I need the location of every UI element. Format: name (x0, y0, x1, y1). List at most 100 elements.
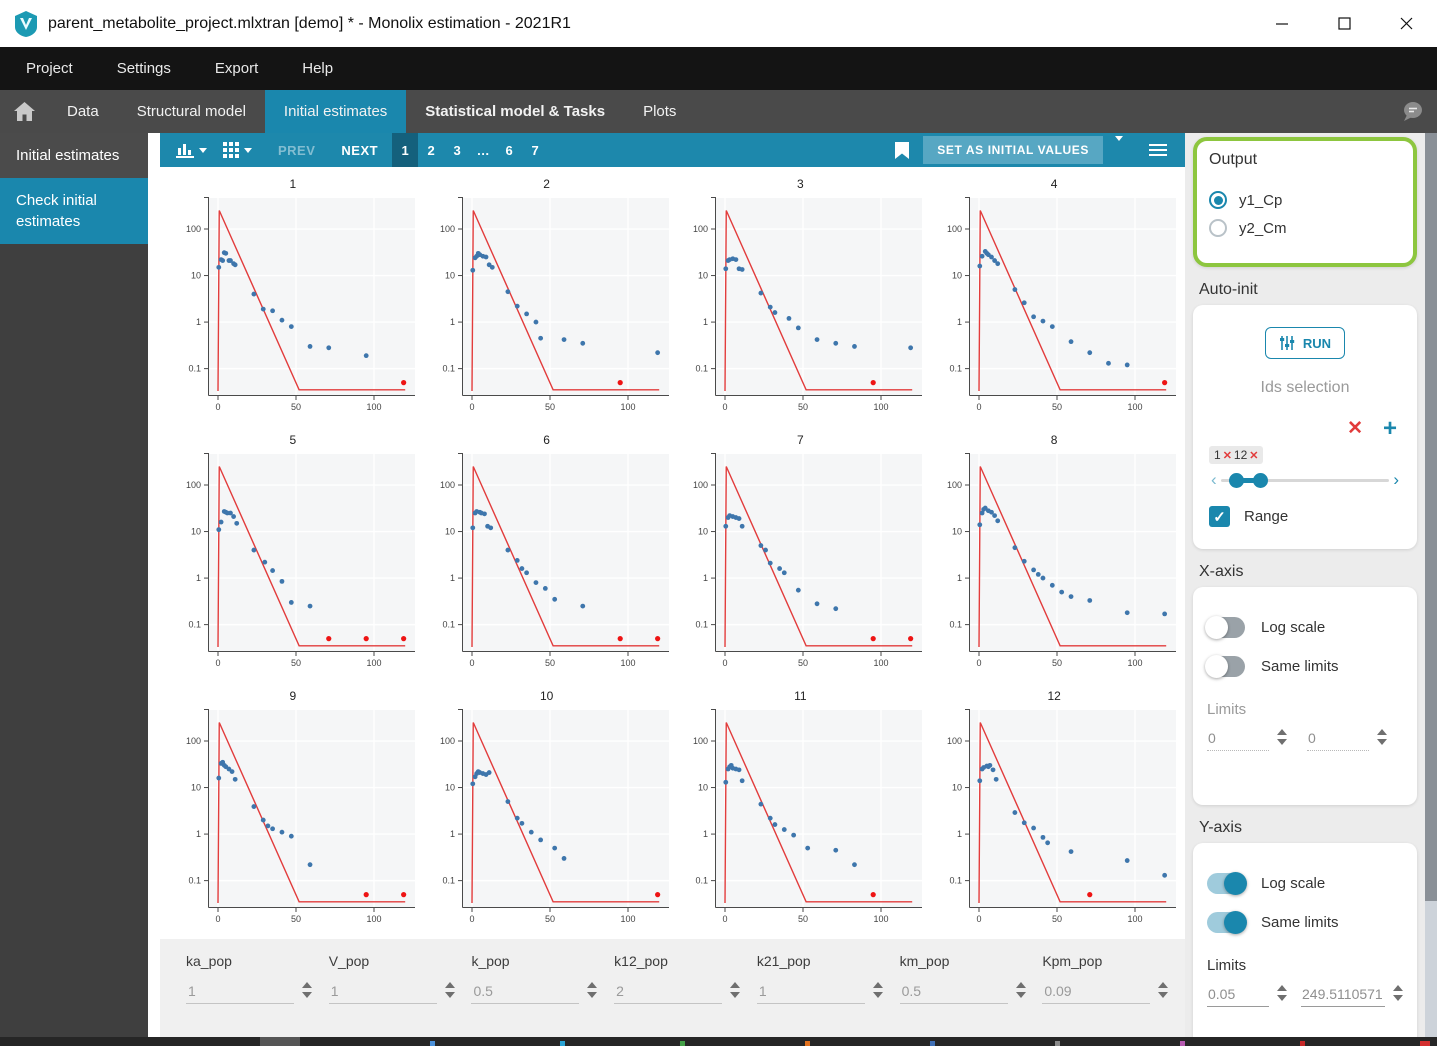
x-log-scale-toggle[interactable] (1205, 616, 1245, 640)
menu-settings[interactable]: Settings (117, 60, 171, 77)
svg-text:0.1: 0.1 (442, 620, 455, 630)
param-input-ka_pop[interactable] (186, 981, 294, 1004)
chat-bubble-icon[interactable] (1399, 100, 1425, 124)
param-stepper-km_pop[interactable] (1015, 982, 1026, 998)
param-input-k_pop[interactable] (471, 981, 580, 1004)
param-stepper-V_pop[interactable] (444, 982, 455, 998)
param-label: k12_pop (614, 953, 668, 969)
output-option-y1_Cp[interactable]: y1_Cp (1209, 191, 1401, 209)
param-input-k21_pop[interactable] (756, 981, 865, 1004)
x-log-scale-row[interactable]: Log scale (1205, 616, 1403, 640)
range-checkbox-row[interactable]: ✓ Range (1209, 506, 1403, 528)
svg-text:1: 1 (703, 573, 708, 583)
bookmark-icon[interactable] (895, 141, 910, 159)
svg-text:50: 50 (545, 402, 555, 412)
param-field-k12_pop: k12_pop (614, 953, 757, 1037)
param-stepper-k12_pop[interactable] (730, 982, 741, 998)
x-limit-min-input[interactable] (1207, 728, 1269, 752)
tab-statistical-model-tasks[interactable]: Statistical model & Tasks (406, 90, 624, 133)
monolix-logo-icon (15, 10, 37, 37)
y-limit-min-stepper[interactable] (1277, 985, 1287, 1002)
plus-icon[interactable]: + (1383, 416, 1397, 440)
page-button-2[interactable]: 2 (418, 133, 444, 167)
page-button-6[interactable]: 6 (496, 133, 522, 167)
menu-project[interactable]: Project (26, 60, 73, 77)
chart-type-button[interactable] (176, 143, 207, 158)
x-same-limits-row[interactable]: Same limits (1205, 655, 1403, 679)
slider-handle-left[interactable] (1229, 472, 1245, 488)
svg-text:100: 100 (366, 914, 381, 924)
y-log-scale-toggle[interactable] (1207, 872, 1247, 896)
y-limit-max-input[interactable] (1301, 984, 1385, 1008)
param-input-km_pop[interactable] (899, 981, 1008, 1004)
slider-left-chevron-icon[interactable]: ‹ (1207, 470, 1221, 490)
menu-help[interactable]: Help (302, 60, 333, 77)
maximize-icon[interactable] (1313, 0, 1375, 47)
sidebar-item-check-initial-estimates[interactable]: Check initial estimates (0, 178, 148, 244)
sidebar-item-initial-estimates[interactable]: Initial estimates (0, 133, 148, 178)
menu-export[interactable]: Export (215, 60, 258, 77)
slider-handle-right[interactable] (1252, 472, 1268, 488)
param-field-ka_pop: ka_pop (186, 953, 329, 1037)
y-limit-max-stepper[interactable] (1393, 985, 1403, 1002)
y-limit-min-input[interactable] (1207, 984, 1269, 1008)
svg-text:100: 100 (947, 736, 962, 746)
param-stepper-Kpm_pop[interactable] (1158, 982, 1169, 998)
y-axis-card: Log scale Same limits Limits (1193, 843, 1417, 1037)
tab-initial-estimates[interactable]: Initial estimates (264, 90, 407, 133)
y-same-limits-toggle[interactable] (1207, 911, 1247, 935)
prev-page-button[interactable]: PREV (278, 143, 315, 158)
y-same-limits-row[interactable]: Same limits (1207, 911, 1403, 935)
parameters-bar: ka_pop V_pop k_pop k12_pop k21_pop km_pop Kpm_… (160, 939, 1185, 1037)
run-button[interactable]: RUN (1264, 327, 1346, 359)
grid-layout-button[interactable] (223, 142, 252, 158)
param-field-V_pop: V_pop (328, 953, 472, 1037)
tab-plots[interactable]: Plots (624, 90, 695, 133)
panel-scrollbar[interactable] (1425, 133, 1437, 1037)
radio-selected-icon[interactable] (1209, 191, 1227, 209)
remove-to-icon[interactable]: ✕ (1249, 449, 1258, 462)
slider-track[interactable] (1220, 472, 1390, 488)
svg-text:0: 0 (215, 914, 220, 924)
range-label: Range (1244, 508, 1289, 526)
close-icon[interactable] (1375, 0, 1437, 47)
minimize-icon[interactable] (1251, 0, 1313, 47)
x-same-limits-toggle[interactable] (1205, 655, 1245, 679)
red-x-icon[interactable]: ✕ (1347, 419, 1363, 438)
output-option-y2_Cm[interactable]: y2_Cm (1209, 219, 1401, 237)
param-input-k12_pop[interactable] (614, 981, 723, 1004)
svg-text:0: 0 (977, 658, 982, 668)
remove-from-icon[interactable]: ✕ (1223, 449, 1232, 462)
param-input-V_pop[interactable] (328, 981, 437, 1004)
x-limit-max-stepper[interactable] (1377, 729, 1387, 746)
param-stepper-ka_pop[interactable] (302, 982, 312, 998)
home-icon[interactable] (0, 90, 48, 133)
set-as-initial-values-button[interactable]: SET AS INITIAL VALUES (923, 136, 1103, 164)
scrollbar-thumb[interactable] (1425, 133, 1437, 901)
hamburger-icon[interactable] (1149, 141, 1167, 159)
set-values-dropdown-button[interactable] (1103, 136, 1135, 159)
page-button-3[interactable]: 3 (444, 133, 470, 167)
tab-structural-model[interactable]: Structural model (118, 90, 265, 133)
next-page-button[interactable]: NEXT (341, 143, 378, 158)
param-stepper-k21_pop[interactable] (872, 982, 883, 998)
grid-icon (223, 142, 239, 158)
param-input-Kpm_pop[interactable] (1042, 981, 1151, 1004)
svg-text:1: 1 (450, 573, 455, 583)
output-card: Output y1_Cp y2_Cm (1193, 137, 1417, 267)
tab-data[interactable]: Data (48, 90, 118, 133)
slider-right-chevron-icon[interactable]: › (1389, 470, 1403, 490)
page-button-7[interactable]: 7 (522, 133, 548, 167)
output-options: y1_Cp y2_Cm (1209, 191, 1401, 237)
range-checkbox[interactable]: ✓ (1209, 506, 1230, 528)
page-button-1[interactable]: 1 (392, 133, 419, 167)
radio-unselected-icon[interactable] (1209, 219, 1227, 237)
subplot-6: 6 100 10 1 0.1 0 50 100 (420, 427, 674, 683)
y-same-limits-label: Same limits (1261, 914, 1339, 932)
y-log-scale-row[interactable]: Log scale (1207, 872, 1403, 896)
x-limit-max-input[interactable] (1307, 728, 1369, 752)
svg-text:0.1: 0.1 (442, 876, 455, 886)
x-limit-min-stepper[interactable] (1277, 729, 1287, 746)
param-stepper-k_pop[interactable] (587, 982, 598, 998)
x-axis-card: Log scale Same limits Limits (1193, 587, 1417, 806)
